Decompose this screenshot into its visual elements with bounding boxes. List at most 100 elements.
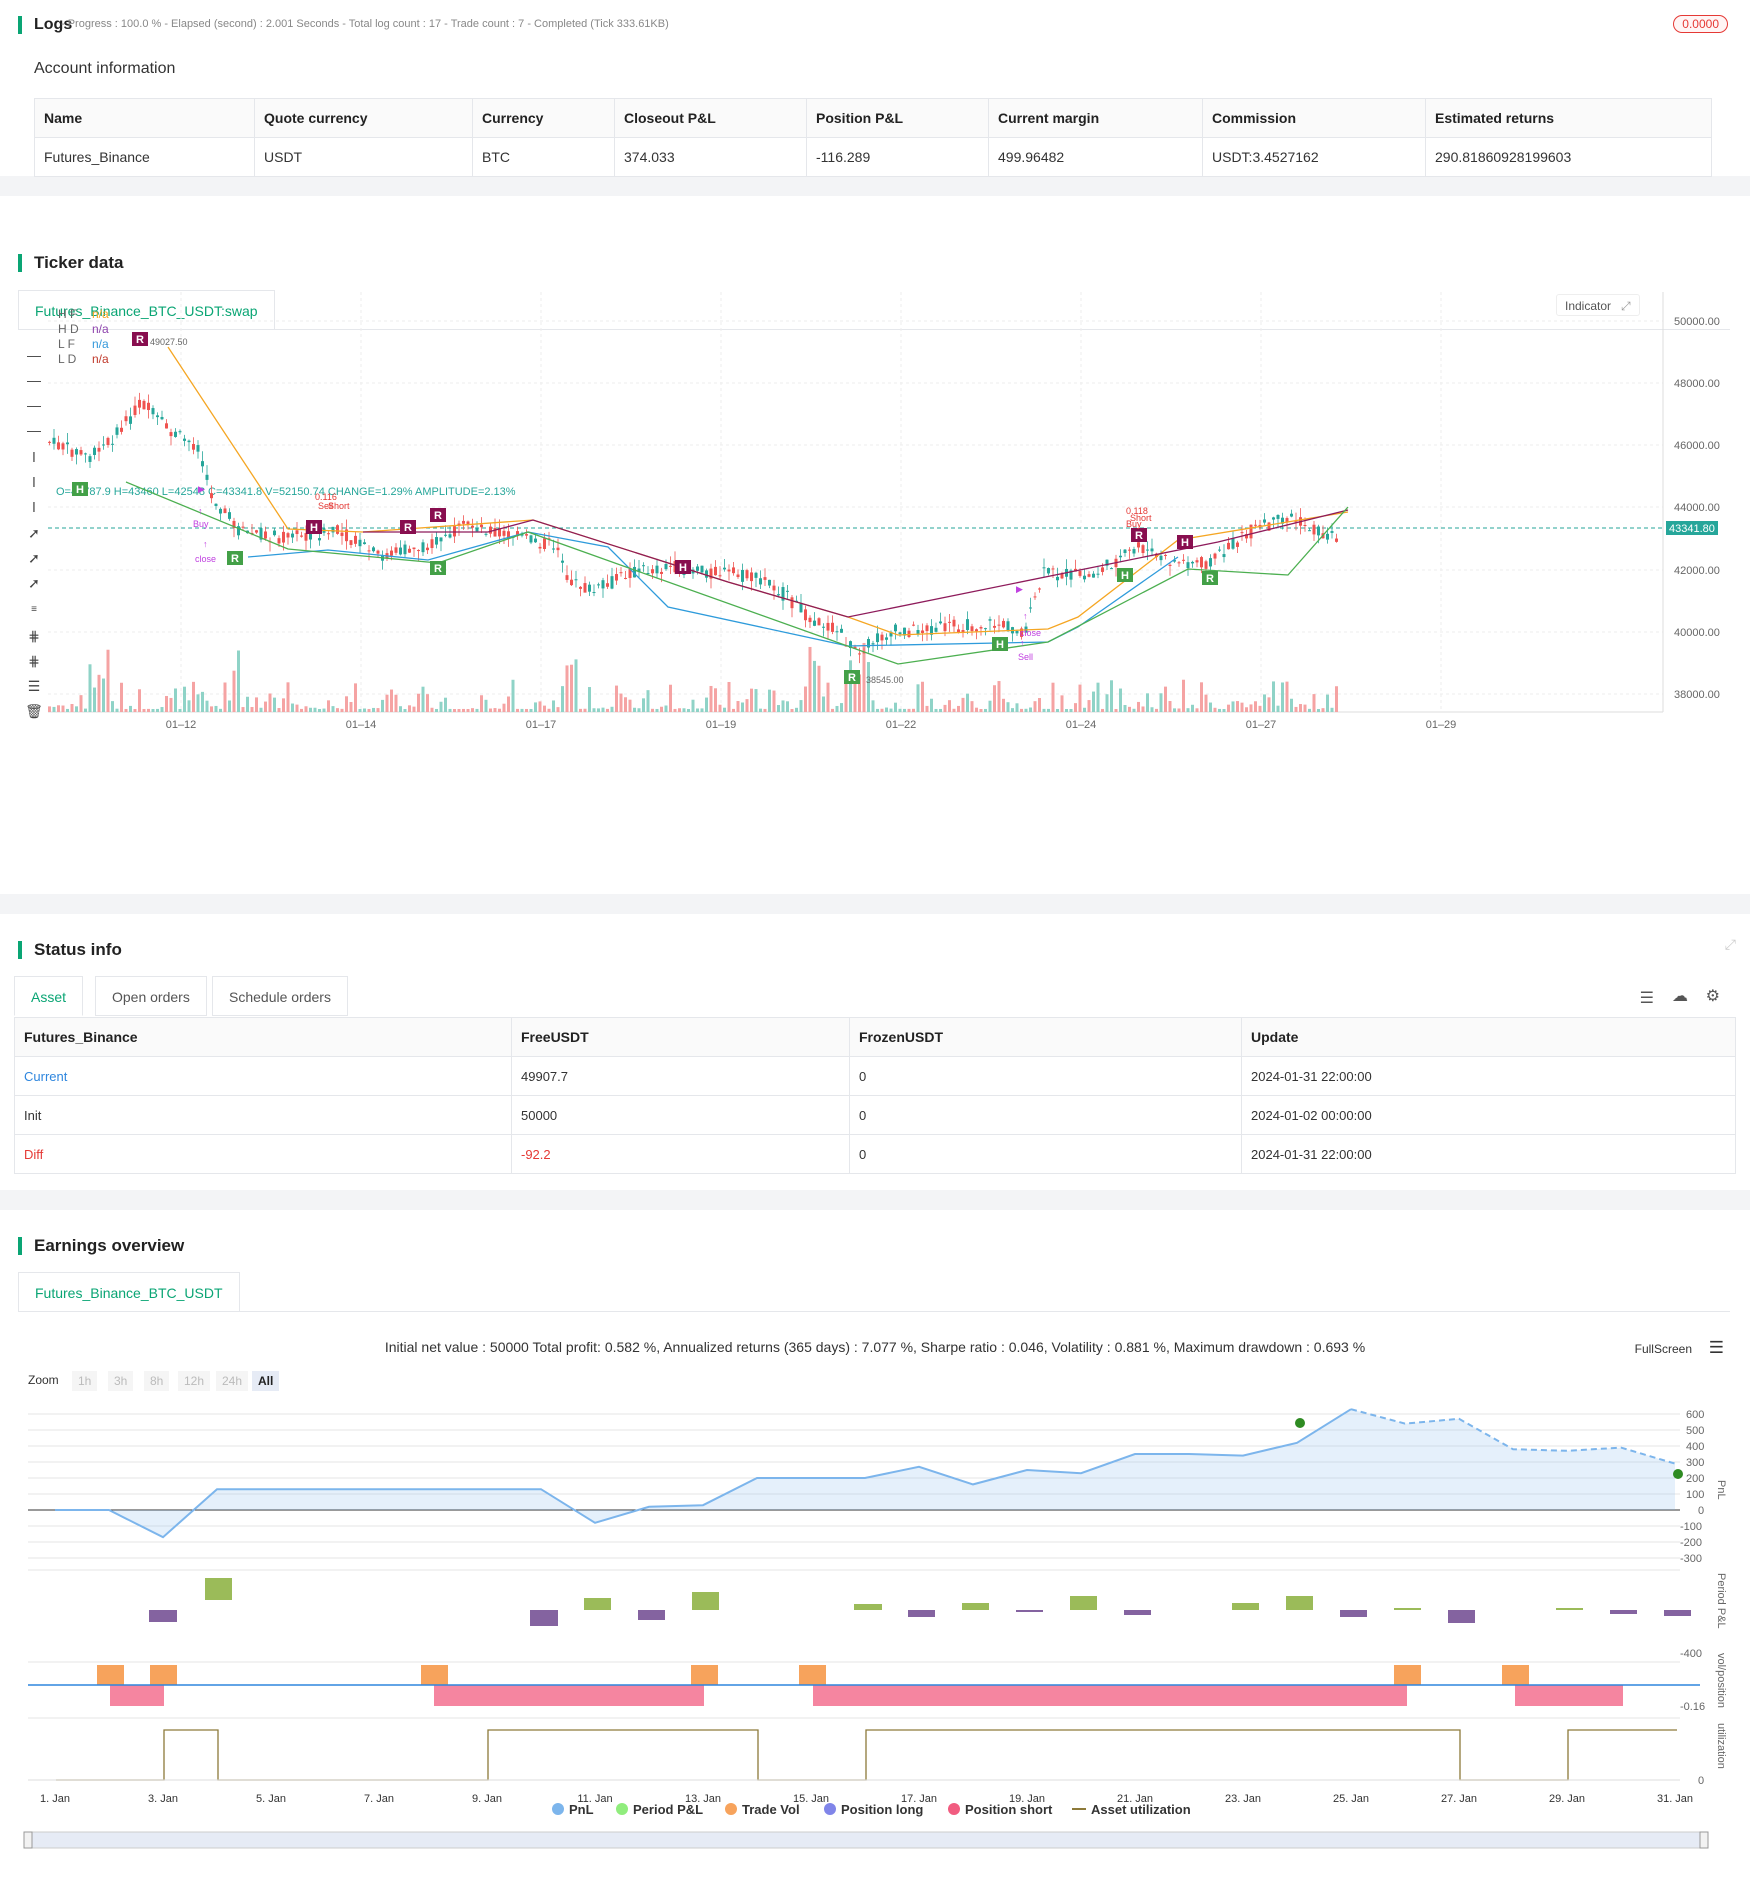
horizontal-segment-tool-icon[interactable]: — bbox=[24, 396, 44, 414]
volume-bar bbox=[1137, 701, 1140, 712]
zoom-24h-button[interactable]: 24h bbox=[216, 1371, 249, 1391]
volume-bar bbox=[426, 694, 429, 712]
fullscreen-button[interactable]: FullScreen bbox=[1635, 1342, 1692, 1356]
earnings-title: Earnings overview bbox=[18, 1237, 184, 1255]
volume-bar bbox=[1092, 691, 1095, 712]
candle-body bbox=[907, 630, 911, 637]
legend-value: n/a bbox=[92, 307, 109, 321]
volume-bar bbox=[367, 708, 371, 712]
legend-period-pnl[interactable]: Period P&L bbox=[616, 1802, 703, 1817]
pivot-h-label: H bbox=[1181, 537, 1189, 549]
zoom-12h-button[interactable]: 12h bbox=[178, 1371, 211, 1391]
price-label-tool-icon[interactable]: ≡ bbox=[24, 601, 44, 619]
volume-bar bbox=[228, 700, 231, 712]
menu-icon[interactable]: ☰ bbox=[1709, 1338, 1724, 1358]
vertical-ray-tool-icon[interactable]: ǀ bbox=[24, 473, 44, 491]
tab-schedule-orders[interactable]: Schedule orders bbox=[212, 976, 348, 1016]
legend-dot bbox=[948, 1803, 960, 1815]
volume-bar bbox=[741, 702, 744, 712]
volume-bar bbox=[543, 705, 546, 712]
navigator-right-handle[interactable] bbox=[1699, 1831, 1709, 1849]
candlestick-chart[interactable]: R H R H R R R H R H R H H R 0.116 Sell S… bbox=[48, 292, 1728, 877]
download-icon[interactable]: ☁ bbox=[1672, 986, 1688, 1006]
candle-body bbox=[966, 619, 969, 631]
candle-body bbox=[754, 572, 758, 578]
x-tick: 1. Jan bbox=[40, 1793, 70, 1805]
volume-bar bbox=[448, 708, 452, 712]
zoom-all-button[interactable]: All bbox=[252, 1371, 280, 1391]
volume-bar bbox=[1110, 680, 1113, 712]
grid-tool-icon[interactable]: ☰ bbox=[24, 677, 44, 695]
volume-bar bbox=[907, 708, 911, 712]
candle-body bbox=[822, 626, 825, 628]
price-tick: 50000.00 bbox=[1674, 316, 1720, 328]
collapse-icon[interactable]: ⤢ bbox=[1725, 936, 1736, 953]
volume-bar bbox=[147, 708, 150, 712]
candle-body bbox=[169, 432, 173, 437]
fib-tool-icon[interactable]: ⋕ bbox=[24, 652, 44, 670]
volume-bar bbox=[745, 699, 749, 712]
volume-bar bbox=[948, 700, 951, 712]
volume-bar bbox=[943, 704, 947, 712]
volume-bar bbox=[1078, 684, 1082, 712]
period-pnl-bar bbox=[205, 1578, 232, 1600]
segment-tool-icon[interactable]: ➚ bbox=[24, 574, 44, 592]
volume-bar bbox=[210, 706, 213, 712]
candle-body bbox=[354, 535, 357, 544]
pnl-tick: -200 bbox=[1680, 1537, 1702, 1549]
table-row: Diff -92.2 0 2024-01-31 22:00:00 bbox=[14, 1134, 1736, 1174]
zoom-1h-button[interactable]: 1h bbox=[72, 1371, 98, 1391]
list-icon[interactable]: ☰ bbox=[1640, 988, 1654, 1008]
period-pnl-bar bbox=[962, 1603, 989, 1610]
horizontal-ray-tool-icon[interactable]: — bbox=[24, 371, 44, 389]
navigator-left-handle[interactable] bbox=[23, 1831, 33, 1849]
volume-bar bbox=[880, 708, 884, 712]
candle-body bbox=[1033, 596, 1037, 598]
vertical-segment-tool-icon[interactable]: ǀ bbox=[24, 498, 44, 516]
candle-body bbox=[309, 533, 312, 540]
zoom-3h-button[interactable]: 3h bbox=[108, 1371, 134, 1391]
candle-body bbox=[471, 525, 474, 528]
volume-bar bbox=[1020, 708, 1023, 712]
tab-asset[interactable]: Asset bbox=[14, 976, 84, 1016]
tab-earnings-symbol[interactable]: Futures_Binance_BTC_USDT bbox=[18, 1272, 240, 1312]
volume-bar bbox=[975, 707, 978, 712]
indicator-button[interactable]: Indicator ⤢ bbox=[1556, 294, 1640, 316]
candle-body bbox=[768, 579, 771, 586]
volume-bar bbox=[768, 689, 771, 712]
volume-bar bbox=[493, 708, 497, 712]
candle-body bbox=[129, 416, 132, 424]
settings-icon[interactable]: ⚙ bbox=[1706, 986, 1720, 1006]
legend-trade-vol[interactable]: Trade Vol bbox=[725, 1802, 800, 1817]
volume-bar bbox=[799, 700, 803, 712]
horizontal-line-tool-icon[interactable]: — bbox=[24, 346, 44, 364]
parallel-channel-tool-icon[interactable]: ⋕ bbox=[24, 627, 44, 645]
period-axis-tick: -400 bbox=[1680, 1648, 1702, 1660]
candle-body bbox=[840, 628, 843, 633]
tab-open-orders[interactable]: Open orders bbox=[95, 976, 207, 1016]
candle-body bbox=[1015, 630, 1019, 634]
trash-icon[interactable]: 🗑 bbox=[24, 702, 44, 720]
legend-asset-utilization[interactable]: Asset utilization bbox=[1072, 1802, 1191, 1817]
table-row: Current 49907.7 0 2024-01-31 22:00:00 bbox=[14, 1056, 1736, 1096]
price-range-tool-icon[interactable]: — bbox=[24, 421, 44, 439]
legend-pnl[interactable]: PnL bbox=[552, 1802, 594, 1817]
trend-line-tool-icon[interactable]: ➚ bbox=[24, 524, 44, 542]
volume-bar bbox=[1128, 706, 1131, 712]
volume-bar bbox=[385, 694, 389, 712]
asset-table: Futures_Binance FreeUSDT FrozenUSDT Upda… bbox=[14, 1017, 1736, 1174]
ray-tool-icon[interactable]: ➚ bbox=[24, 549, 44, 567]
legend-position-long[interactable]: Position long bbox=[824, 1802, 923, 1817]
candle-body bbox=[444, 534, 447, 536]
volume-bar bbox=[295, 704, 299, 712]
legend-position-short[interactable]: Position short bbox=[948, 1802, 1052, 1817]
vertical-line-tool-icon[interactable]: ǀ bbox=[24, 448, 44, 466]
candle-body bbox=[1038, 588, 1041, 590]
candle-body bbox=[642, 565, 645, 567]
price-tick: 46000.00 bbox=[1674, 440, 1720, 452]
candle-body bbox=[714, 566, 717, 576]
navigator-track[interactable] bbox=[23, 1831, 1709, 1849]
candle-body bbox=[939, 621, 942, 624]
zoom-8h-button[interactable]: 8h bbox=[144, 1371, 170, 1391]
volume-bar bbox=[507, 696, 510, 712]
